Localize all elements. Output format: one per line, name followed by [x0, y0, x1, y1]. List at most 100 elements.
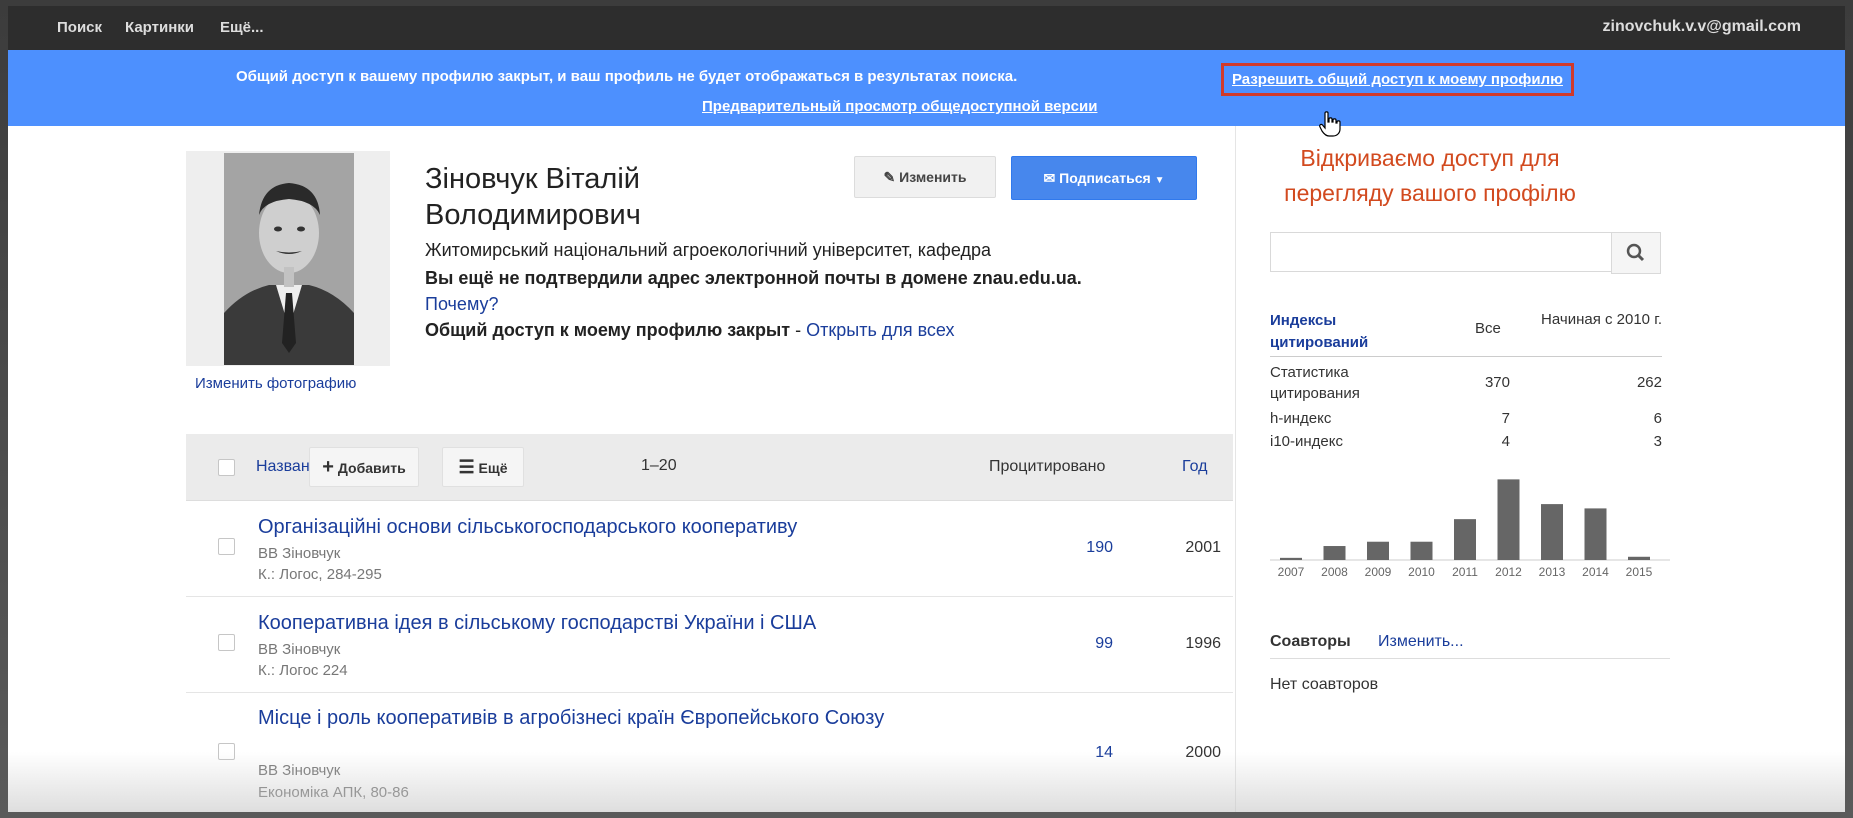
- public-preview-link[interactable]: Предварительный просмотр общедоступной в…: [702, 98, 1097, 115]
- sort-by-year[interactable]: Год: [1182, 458, 1207, 476]
- plus-icon: +: [322, 456, 334, 478]
- chart-bar-2015[interactable]: [1628, 556, 1650, 560]
- row-checkbox[interactable]: [218, 538, 235, 555]
- allow-public-access-link[interactable]: Разрешить общий доступ к моему профилю: [1221, 63, 1574, 96]
- articles-table-header: Название + Добавить ☰ Ещё 1–20 Процитиро…: [186, 434, 1233, 501]
- why-link[interactable]: Почему?: [425, 294, 499, 315]
- article-year: 1996: [1185, 635, 1221, 652]
- tutorial-annotation: Відкриваємо доступ для перегляду вашого …: [1284, 145, 1576, 206]
- add-button-label: Добавить: [337, 460, 406, 476]
- table-row: Організаційні основи сільськогосподарськ…: [186, 501, 1233, 597]
- chart-tick-label: 2011: [1452, 565, 1478, 579]
- browser-screen: Поиск Картинки Ещё... zinovchuk.v.v@gmai…: [8, 6, 1845, 812]
- separator: -: [790, 320, 807, 340]
- cited-count[interactable]: 99: [1095, 635, 1113, 653]
- article-title[interactable]: Кооперативна ідея в сільському господарс…: [258, 610, 816, 637]
- chart-tick-label: 2013: [1539, 565, 1566, 579]
- profile-affiliation: Житомирський національний агроекологічни…: [425, 240, 992, 260]
- more-actions-button[interactable]: ☰ Ещё: [442, 447, 524, 487]
- envelope-icon: ✉: [1043, 170, 1056, 186]
- i10-index-since-value: 3: [1653, 433, 1662, 450]
- citations-since-value: 262: [1636, 374, 1662, 391]
- profile-photo[interactable]: [224, 153, 354, 365]
- chart-tick-label: 2009: [1365, 565, 1392, 579]
- hand-cursor-icon: [1319, 111, 1341, 137]
- select-all-checkbox[interactable]: [218, 459, 235, 476]
- all-column-header: Все: [1475, 320, 1501, 337]
- access-closed-text: Общий доступ к моему профилю закрыт: [425, 320, 791, 340]
- profile-access-status: Общий доступ к моему профилю закрыт - От…: [425, 320, 955, 341]
- edit-profile-button[interactable]: ✎ Изменить: [854, 156, 996, 198]
- article-source: Економіка АПК, 80-86: [258, 784, 409, 801]
- top-navigation-bar: Поиск Картинки Ещё... zinovchuk.v.v@gmai…: [8, 6, 1845, 50]
- table-row: Кооперативна ідея в сільському господарс…: [186, 597, 1233, 693]
- table-row: Місце і роль кооперативів в агробізнесі …: [186, 693, 1233, 812]
- pencil-icon: ✎: [883, 169, 896, 185]
- search-button[interactable]: [1611, 232, 1661, 274]
- h-index-since-value: 6: [1653, 410, 1662, 427]
- change-photo-link[interactable]: Изменить фотографию: [195, 375, 356, 392]
- edit-coauthors-link[interactable]: Изменить...: [1378, 633, 1464, 651]
- citations-row-label: Статистика цитирования: [1270, 364, 1360, 402]
- cited-count[interactable]: 190: [1086, 539, 1113, 557]
- results-range: 1–20: [641, 457, 677, 474]
- no-coauthors-text: Нет соавторов: [1270, 676, 1379, 693]
- h-index-label: h-индекс: [1270, 410, 1332, 427]
- chart-bar-2013[interactable]: [1541, 504, 1563, 560]
- cited-count[interactable]: 14: [1095, 744, 1113, 762]
- header-divider: [1270, 356, 1662, 357]
- chart-bar-2014[interactable]: [1584, 508, 1607, 560]
- search-icon: [1626, 243, 1645, 262]
- since-column-header: Начиная с 2010 г.: [1541, 311, 1662, 328]
- chart-bar-2011[interactable]: [1454, 519, 1476, 560]
- edit-button-label: Изменить: [899, 169, 967, 185]
- article-year: 2000: [1185, 744, 1221, 761]
- article-title[interactable]: Організаційні основи сільськогосподарськ…: [258, 514, 797, 541]
- coauthors-title: Соавторы: [1270, 633, 1351, 650]
- cited-column-header: Процитировано: [989, 458, 1106, 475]
- article-year: 2001: [1185, 539, 1221, 556]
- nav-link-search[interactable]: Поиск: [57, 19, 102, 36]
- profile-name: Зіновчук Віталій Володимирович: [425, 163, 641, 231]
- more-button-label: Ещё: [478, 460, 508, 476]
- chart-tick-label: 2015: [1626, 565, 1653, 579]
- article-source: К.: Логос, 284-295: [258, 566, 382, 583]
- add-article-button[interactable]: + Добавить: [309, 447, 419, 487]
- article-source: К.: Логос 224: [258, 662, 348, 679]
- nav-link-images[interactable]: Картинки: [125, 19, 194, 36]
- coauthors-divider: [1270, 658, 1670, 659]
- row-checkbox[interactable]: [218, 743, 235, 760]
- chart-tick-label: 2008: [1321, 565, 1348, 579]
- article-title[interactable]: Місце і роль кооперативів в агробізнесі …: [258, 705, 898, 732]
- chart-tick-label: 2007: [1278, 565, 1305, 579]
- account-email[interactable]: zinovchuk.v.v@gmail.com: [1603, 18, 1801, 36]
- menu-icon: ☰: [458, 457, 475, 477]
- subscribe-button-label: Подписаться: [1059, 170, 1151, 186]
- open-for-all-link[interactable]: Открыть для всех: [806, 320, 954, 340]
- i10-index-all-value: 4: [1501, 433, 1510, 450]
- column-divider: [1235, 126, 1236, 812]
- privacy-banner: Общий доступ к вашему профилю закрыт, и …: [8, 50, 1845, 137]
- chart-bar-2007[interactable]: [1280, 557, 1302, 560]
- chevron-down-icon: ▼: [1154, 175, 1165, 186]
- search-input[interactable]: [1270, 232, 1612, 272]
- row-checkbox[interactable]: [218, 634, 235, 651]
- article-authors: ВВ Зіновчук: [258, 762, 341, 779]
- chart-tick-label: 2010: [1408, 565, 1435, 579]
- email-warning: Вы ещё не подтвердили адрес электронной …: [425, 268, 1082, 288]
- h-index-all-value: 7: [1501, 410, 1510, 427]
- article-authors: ВВ Зіновчук: [258, 641, 341, 658]
- video-frame: Поиск Картинки Ещё... zinovchuk.v.v@gmai…: [0, 0, 1853, 818]
- chart-bar-2010[interactable]: [1410, 541, 1433, 560]
- chart-bar-2009[interactable]: [1367, 541, 1389, 560]
- citation-indices-header[interactable]: Индексы цитирований: [1270, 310, 1380, 354]
- citations-per-year-chart: 2007 2008 2009 2010 2011 2012 2013 2014 2015: [1270, 479, 1670, 579]
- banner-message: Общий доступ к вашему профилю закрыт, и …: [236, 68, 1018, 85]
- chart-bar-2008[interactable]: [1323, 546, 1346, 560]
- subscribe-button[interactable]: ✉ Подписаться ▼: [1011, 156, 1197, 200]
- chart-tick-label: 2014: [1582, 565, 1609, 579]
- citations-all-value: 370: [1484, 374, 1510, 391]
- chart-bar-2012[interactable]: [1497, 479, 1520, 560]
- chart-tick-label: 2012: [1495, 565, 1522, 579]
- nav-link-more[interactable]: Ещё...: [220, 19, 264, 36]
